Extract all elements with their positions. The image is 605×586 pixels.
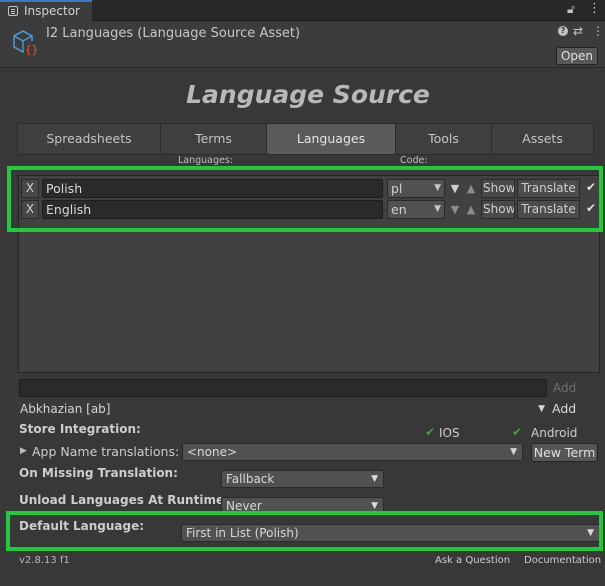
app-name-translations-label[interactable]: App Name translations: (32, 444, 179, 459)
add-custom-language-button[interactable]: Add (553, 381, 576, 395)
add-language-input[interactable] (19, 379, 547, 397)
android-label: Android (531, 426, 578, 440)
svg-text:{}: {} (25, 43, 38, 56)
more-vertical-icon[interactable]: ⋮ (588, 1, 601, 16)
chevron-down-icon: ▼ (510, 447, 517, 457)
language-select-value: Abkhazian [ab] (20, 402, 111, 416)
store-integration-label: Store Integration: (19, 422, 141, 436)
chevron-down-icon: ▼ (538, 404, 545, 414)
tab-tools[interactable]: Tools (395, 123, 491, 155)
tab-languages[interactable]: Languages (266, 123, 395, 155)
ios-check-icon[interactable]: ✔ (425, 425, 435, 439)
settings-sliders-icon[interactable]: ⇄ (573, 24, 583, 38)
highlight-default-language (6, 511, 603, 551)
lock-icon[interactable]: 🔓︎ (567, 2, 575, 17)
section-tabs: Spreadsheets Terms Languages Tools Asset… (17, 123, 594, 155)
unload-languages-label: Unload Languages At Runtime: (19, 493, 229, 507)
tab-inspector-label: Inspector (24, 4, 80, 18)
column-header-code: Code: (400, 155, 428, 166)
add-language-button[interactable]: Add (552, 401, 576, 416)
language-select[interactable]: Abkhazian [ab] ▼ (17, 400, 550, 418)
ask-question-link[interactable]: Ask a Question (435, 555, 510, 566)
missing-translation-select[interactable]: Fallback ▼ (221, 470, 384, 488)
more-vertical-icon-2[interactable]: ⋮ (592, 24, 604, 38)
documentation-link[interactable]: Documentation (524, 555, 601, 566)
new-term-button[interactable]: New Term (531, 443, 598, 462)
cube-icon: {} (13, 30, 38, 56)
tab-inspector[interactable]: Inspector (0, 0, 92, 22)
column-header-languages: Languages: (178, 155, 234, 166)
help-icon[interactable]: ? (558, 26, 568, 36)
tab-spreadsheets[interactable]: Spreadsheets (17, 123, 160, 155)
open-button[interactable]: Open (556, 47, 598, 65)
page-title: Language Source (186, 80, 430, 109)
missing-translation-label: On Missing Translation: (19, 466, 178, 480)
app-name-term-value: <none> (187, 445, 238, 459)
tab-assets[interactable]: Assets (491, 123, 594, 155)
ios-label: IOS (439, 426, 460, 440)
expand-arrow-icon[interactable]: ▶ (20, 446, 27, 456)
version-label: v2.8.13 f1 (19, 555, 70, 566)
app-name-term-select[interactable]: <none> ▼ (182, 443, 523, 461)
android-check-icon[interactable]: ✔ (512, 425, 522, 439)
missing-translation-value: Fallback (226, 472, 275, 486)
highlight-language-list (7, 166, 603, 232)
inspector-icon (8, 6, 18, 16)
chevron-down-icon: ▼ (371, 474, 378, 484)
asset-title: I2 Languages (Language Source Asset) (46, 26, 301, 41)
tab-terms[interactable]: Terms (160, 123, 266, 155)
